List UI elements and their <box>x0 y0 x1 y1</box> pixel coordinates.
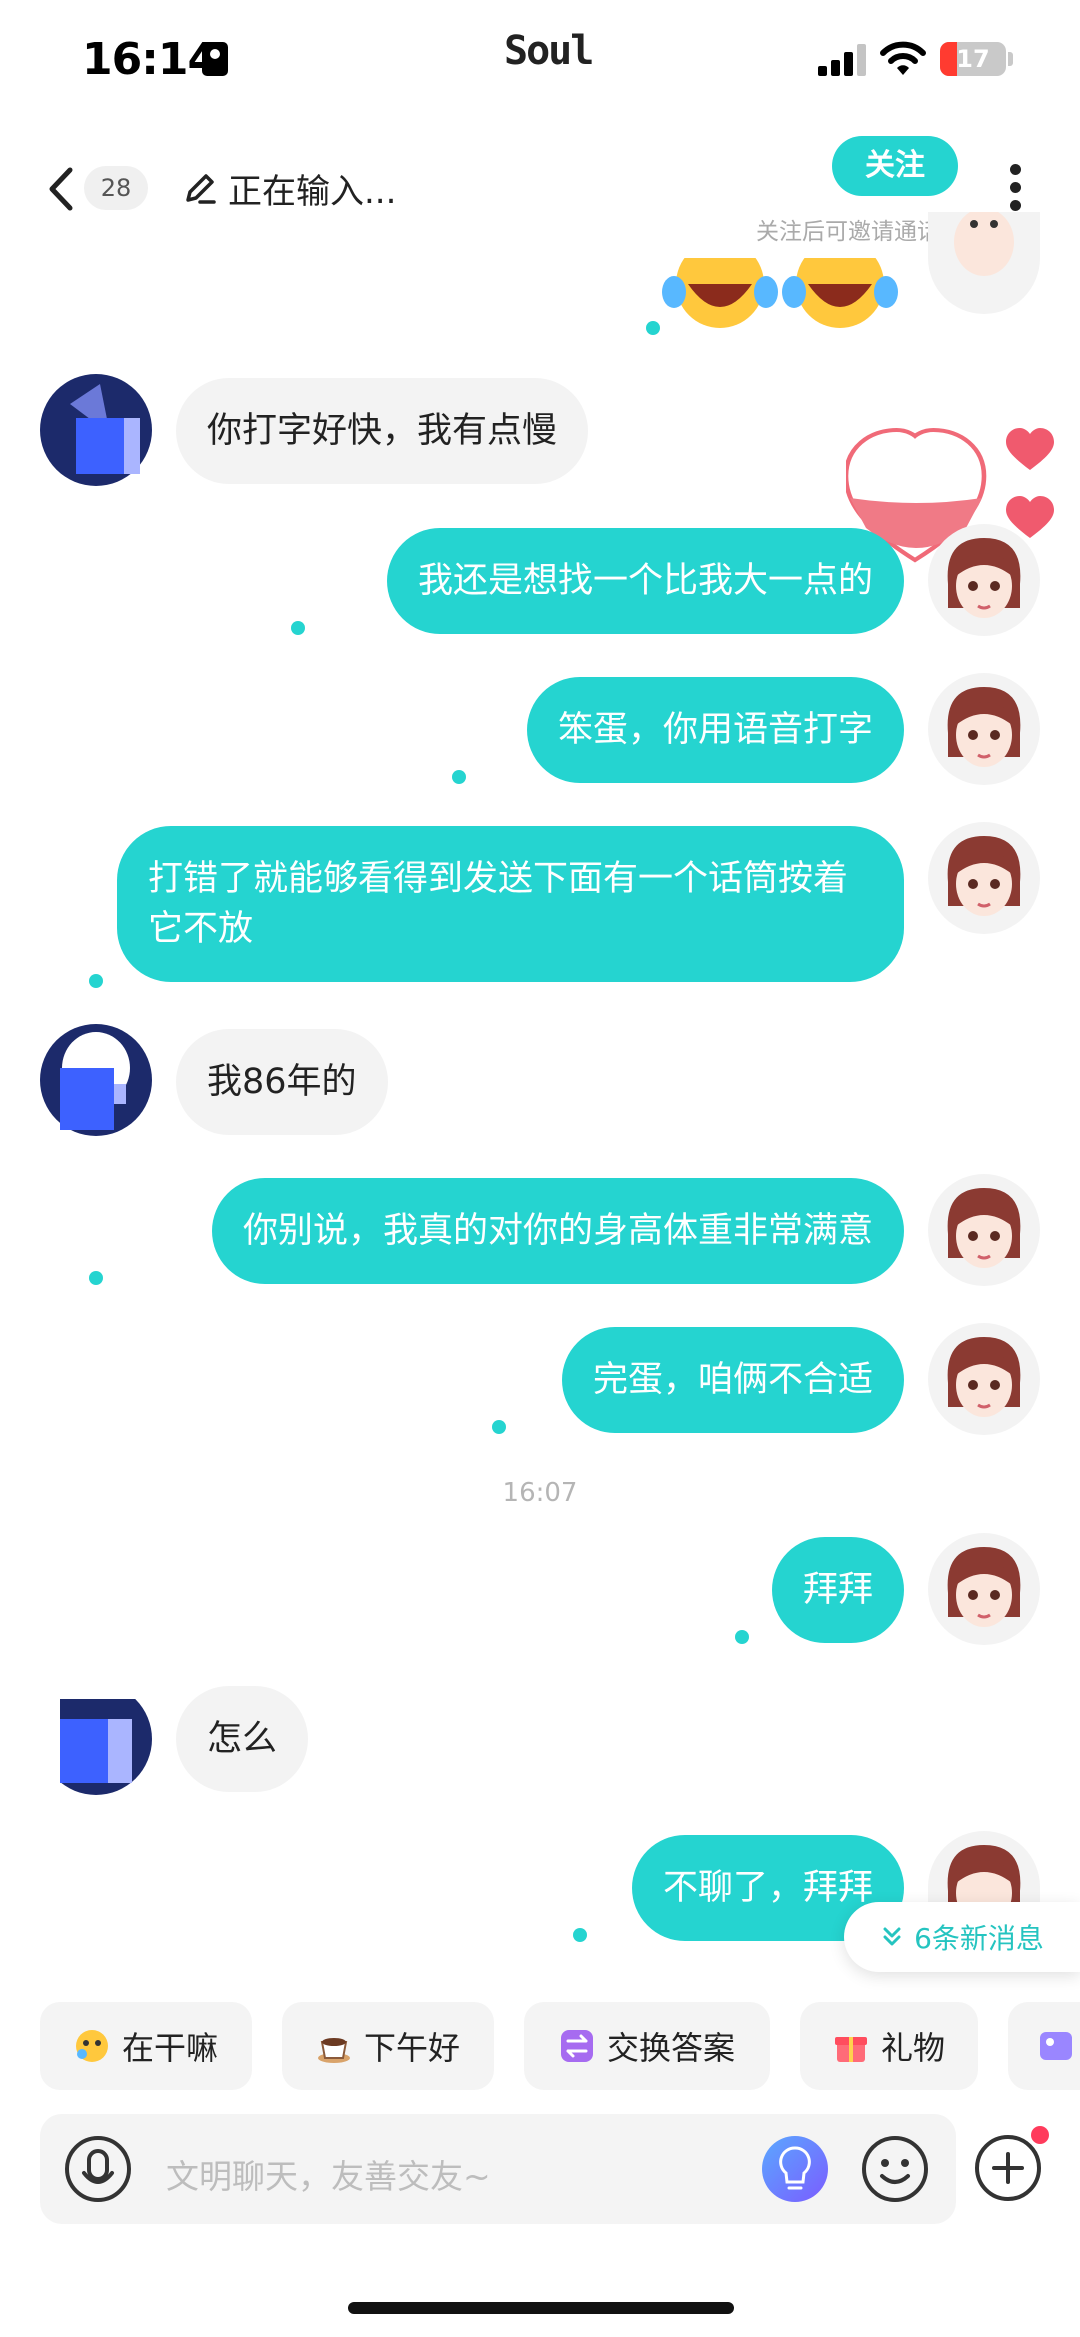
sent-status-dot <box>89 974 103 988</box>
avatar[interactable] <box>928 1533 1040 1645</box>
message-bubble-sent[interactable]: 打错了就能够看得到发送下面有一个话筒按着它不放 <box>117 826 904 982</box>
message-input-placeholder[interactable]: 文明聊天，友善交友~ <box>166 2150 491 2198</box>
sent-status-dot <box>452 770 466 784</box>
thinking-face-icon <box>75 2030 108 2062</box>
new-messages-text: 6条新消息 <box>914 1922 1044 1955</box>
quick-reply-chip[interactable] <box>1008 2002 1080 2090</box>
gift-icon <box>834 2037 867 2062</box>
swap-icon <box>560 2030 593 2062</box>
quick-reply-label: 在干嘛 <box>121 2029 218 2067</box>
emoji-button[interactable] <box>860 2134 930 2204</box>
avatar[interactable] <box>40 374 152 486</box>
avatar[interactable] <box>928 524 1040 636</box>
avatar[interactable] <box>928 1323 1040 1435</box>
battery-icon: 17 <box>940 42 1006 76</box>
add-attachment-button[interactable] <box>974 2134 1042 2202</box>
quick-reply-label: 下午好 <box>363 2029 460 2067</box>
more-options-button[interactable] <box>1004 160 1028 216</box>
pencil-icon <box>186 174 216 204</box>
microphone-button[interactable] <box>64 2135 132 2203</box>
follow-button[interactable]: 关注 <box>832 136 958 196</box>
quick-reply-chip[interactable]: 礼物 <box>800 2002 978 2090</box>
notification-dot <box>1031 2126 1049 2144</box>
avatar[interactable] <box>928 1174 1040 1286</box>
avatar[interactable] <box>928 212 1040 314</box>
laughing-emoji-icon <box>662 258 778 328</box>
ai-assistant-button[interactable] <box>760 2134 830 2204</box>
follow-hint: 关注后可邀请通话 <box>756 219 940 245</box>
typing-status: 正在输入... <box>180 166 397 212</box>
sent-status-dot <box>291 621 305 635</box>
laughing-emoji-icon <box>782 258 898 328</box>
sent-status-dot <box>735 1630 749 1644</box>
sent-status-dot <box>646 321 660 335</box>
message-bubble-sent[interactable]: 完蛋，咱俩不合适 <box>561 1327 904 1433</box>
new-messages-button[interactable]: 6条新消息 <box>844 1902 1080 1972</box>
message-bubble-sent[interactable]: 拜拜 <box>771 1537 904 1643</box>
wifi-icon <box>880 41 926 75</box>
message-bubble-sent[interactable]: 我还是想找一个比我大一点的 <box>386 528 904 634</box>
battery-level: 17 <box>956 45 990 73</box>
quick-reply-label: 交换答案 <box>606 2029 735 2067</box>
sent-status-dot <box>492 1420 506 1434</box>
message-bubble-received[interactable]: 我86年的 <box>176 1029 388 1135</box>
status-time: 16:14 <box>82 34 218 85</box>
back-button[interactable] <box>40 162 80 216</box>
battery-tip <box>1008 52 1013 66</box>
avatar[interactable] <box>928 822 1040 934</box>
app-logo: Soul <box>504 28 594 74</box>
avatar[interactable] <box>928 1831 1040 1911</box>
coffee-cup-icon <box>317 2038 350 2063</box>
home-indicator <box>348 2302 734 2314</box>
cellular-signal-icon <box>818 44 866 76</box>
quick-reply-chip[interactable]: 在干嘛 <box>40 2002 252 2090</box>
avatar[interactable] <box>40 1683 152 1795</box>
quick-reply-label: 礼物 <box>880 2029 945 2067</box>
message-timestamp: 16:07 <box>502 1478 578 1508</box>
sent-status-dot <box>573 1928 587 1942</box>
message-bubble-received[interactable]: 怎么 <box>176 1686 309 1792</box>
photo-icon <box>1040 2032 1072 2060</box>
quick-reply-chip[interactable]: 下午好 <box>282 2002 494 2090</box>
typing-status-text: 正在输入... <box>228 171 397 212</box>
unread-count-badge[interactable]: 28 <box>84 166 148 210</box>
id-card-icon <box>202 42 228 76</box>
message-bubble-received[interactable]: 你打字好快，我有点慢 <box>176 378 589 484</box>
sent-status-dot <box>89 1271 103 1285</box>
avatar[interactable] <box>928 673 1040 785</box>
double-chevron-down-icon <box>883 1927 901 1946</box>
quick-reply-chip[interactable]: 交换答案 <box>524 2002 770 2090</box>
avatar[interactable] <box>40 1024 152 1136</box>
message-bubble-sent[interactable]: 笨蛋，你用语音打字 <box>526 677 904 783</box>
message-bubble-sent[interactable]: 你别说，我真的对你的身高体重非常满意 <box>211 1178 904 1284</box>
